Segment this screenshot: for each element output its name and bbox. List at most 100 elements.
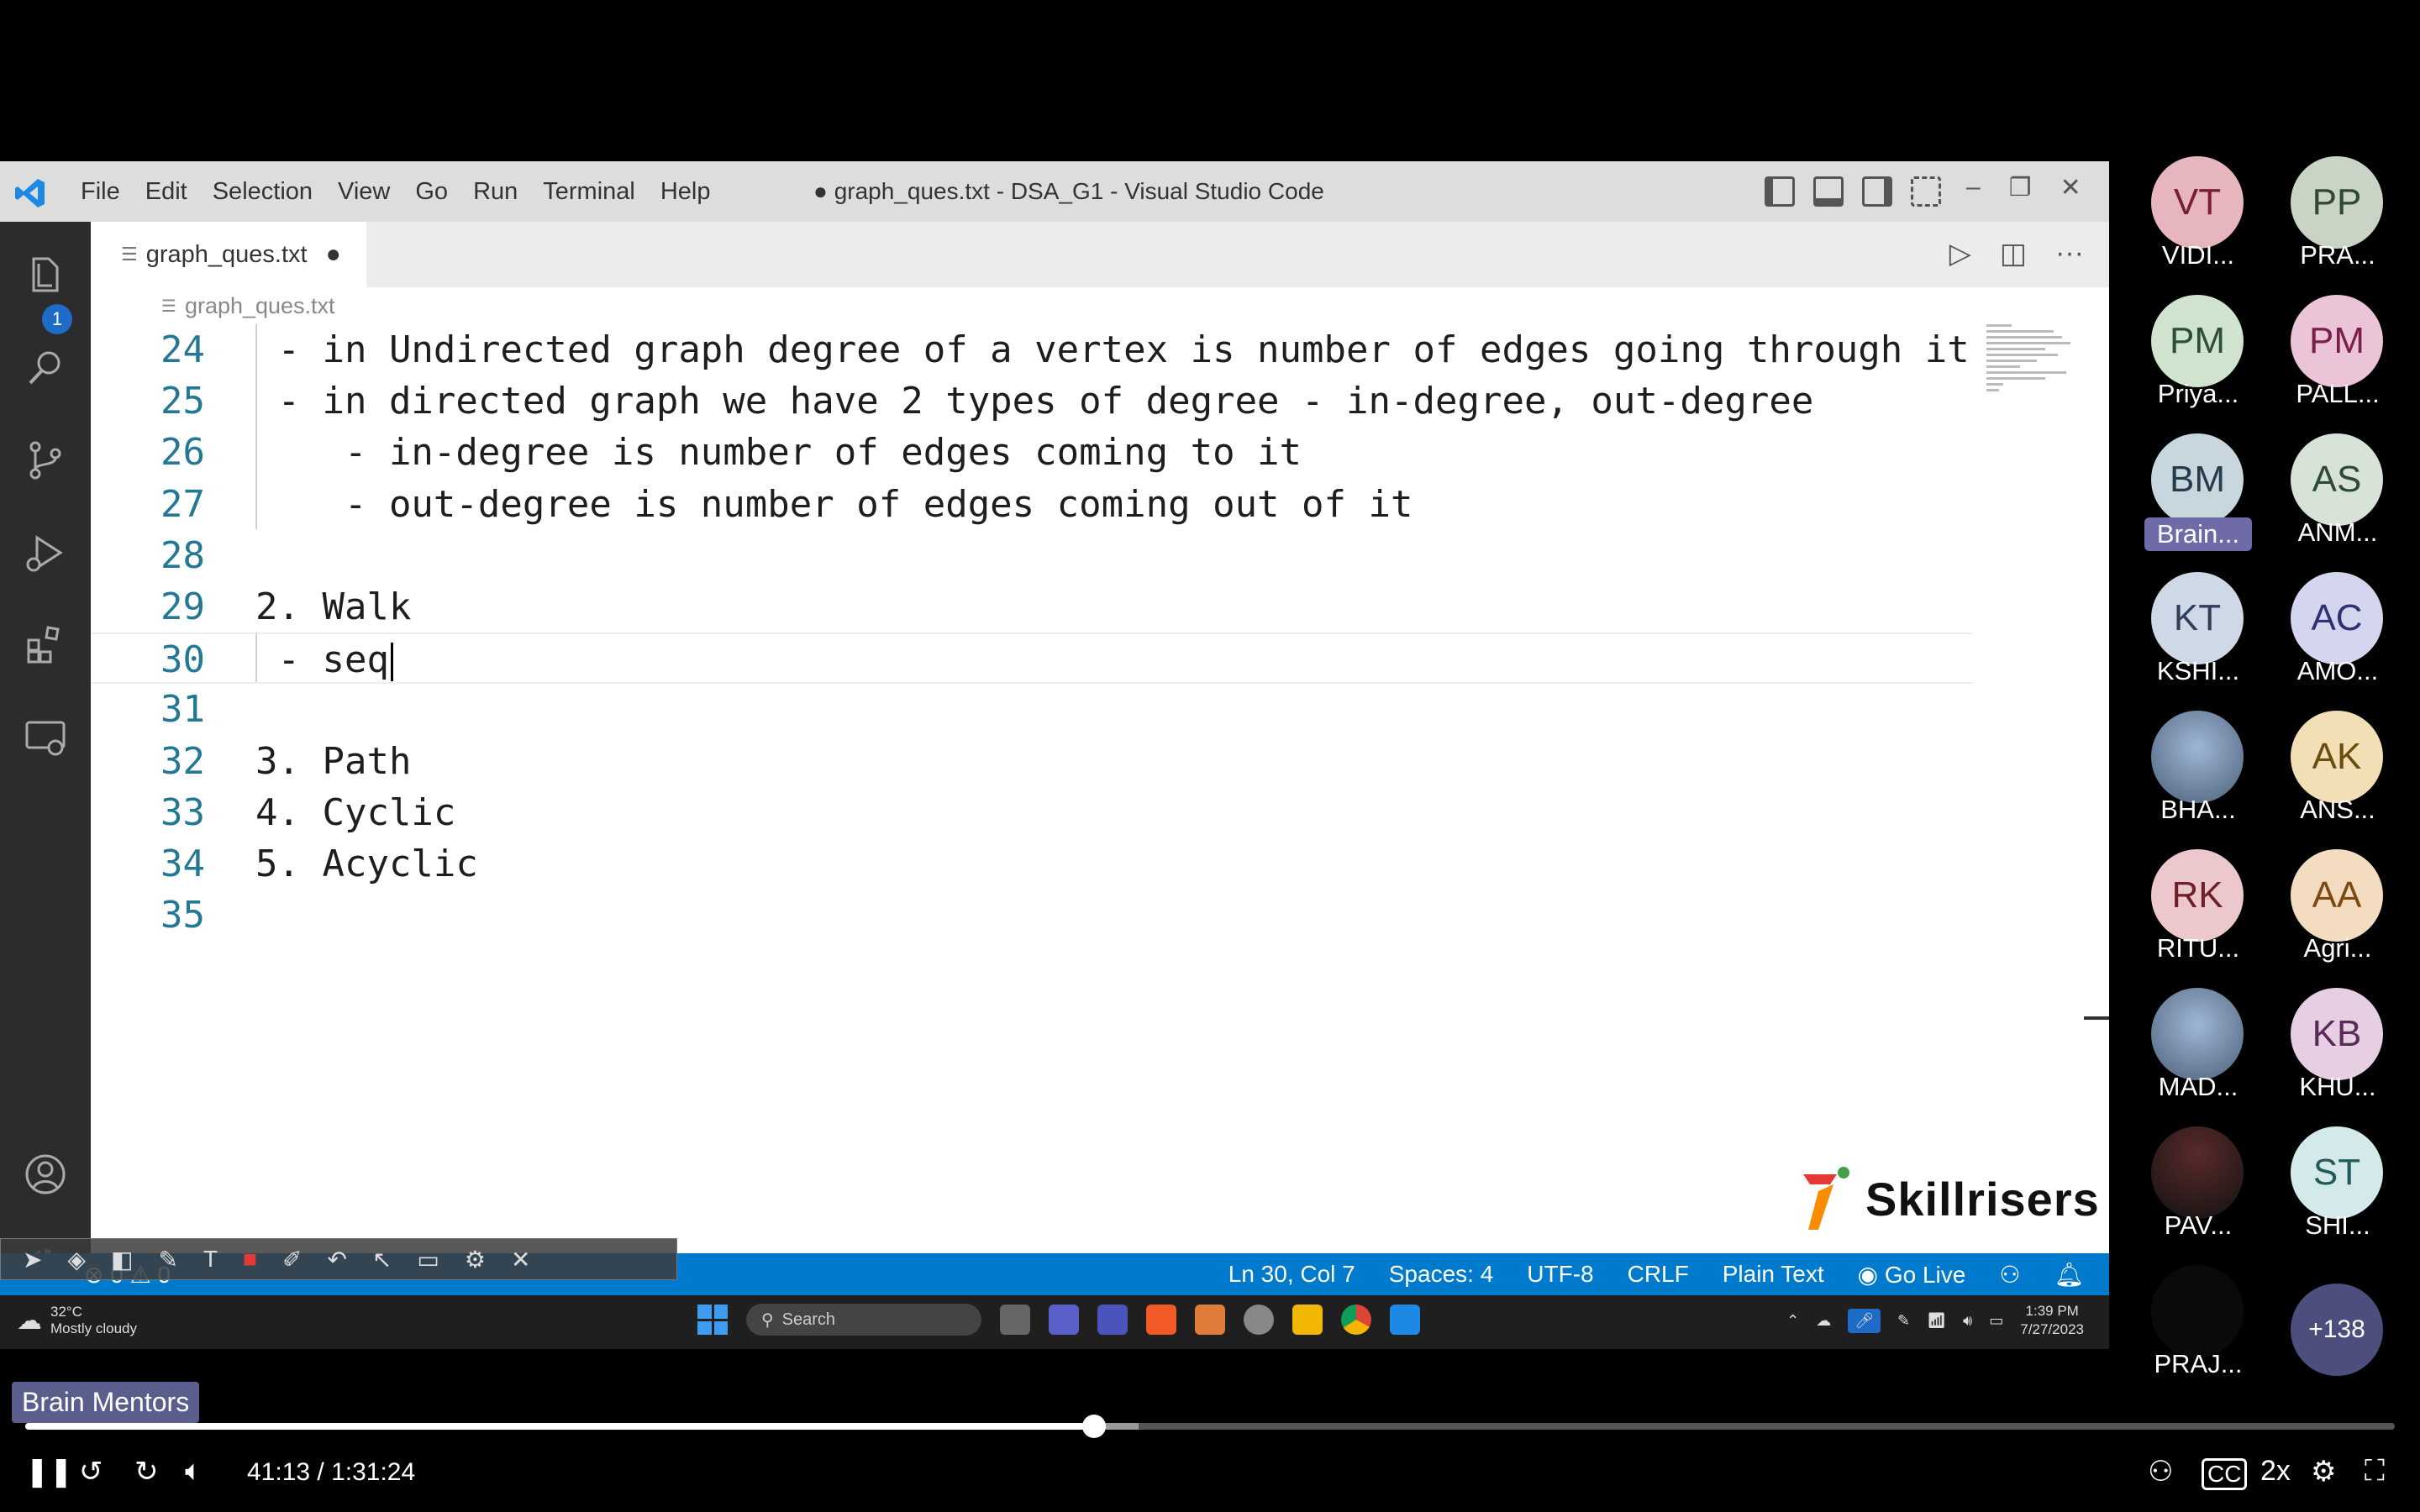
indentation[interactable]: Spaces: 4 [1389,1261,1494,1288]
meet-icon[interactable] [1049,1305,1079,1335]
fullscreen-icon[interactable]: ⛶ [2365,1455,2385,1488]
color-icon[interactable]: ■ [243,1246,257,1273]
participant-tile[interactable]: AA Agri... [2270,849,2405,975]
editor-line[interactable]: 27 - out-degree is number of edges comin… [91,479,1973,530]
seek-handle[interactable] [1081,1415,1106,1438]
search-icon[interactable] [22,344,69,391]
volume-icon[interactable]: 🔊︎ [1963,1312,1972,1330]
editor-line[interactable]: 32 3. Path [91,736,1973,787]
minimap[interactable] [1986,324,2087,417]
language-mode[interactable]: Plain Text [1723,1261,1824,1288]
customize-layout-icon[interactable] [1911,176,1941,207]
close-icon[interactable]: ✕ [2060,173,2081,202]
participant-tile[interactable]: MAD... [2131,988,2265,1114]
more-actions-icon[interactable]: ··· [2055,237,2084,270]
participant-tile[interactable]: BM Brain... [2131,433,2265,559]
participant-tile[interactable]: PM PALL... [2270,295,2405,421]
participant-tile[interactable]: PM Priya... [2131,295,2265,421]
run-icon[interactable]: ▷ [1949,237,1971,270]
volume-icon[interactable]: 🔈︎ [185,1455,202,1488]
cursor-icon[interactable]: ↖ [372,1246,392,1273]
shapes-icon[interactable]: ◈ [67,1246,86,1273]
breadcrumb-file[interactable]: graph_ques.txt [185,293,335,319]
participant-tile[interactable]: RK RITU... [2131,849,2265,975]
taskbar-search[interactable]: ⚲ Search [746,1304,981,1336]
end-of-line[interactable]: CRLF [1628,1261,1689,1288]
editor-line[interactable]: 25 - in directed graph we have 2 types o… [91,375,1973,427]
brave-browser-icon[interactable] [1146,1305,1176,1335]
explorer-icon[interactable] [22,252,69,299]
undo-icon[interactable]: ↶ [327,1246,346,1273]
battery-icon[interactable]: ▭ [1989,1312,2003,1330]
more-participants[interactable]: +138 [2270,1265,2405,1391]
weather-widget[interactable]: ☁ 32°C Mostly cloudy [17,1304,137,1337]
editor-line[interactable]: 35 [91,890,1973,941]
participant-tile[interactable]: KB KHU... [2270,988,2405,1114]
vscode-taskbar-icon[interactable] [1390,1305,1420,1335]
pen-icon[interactable]: ✎ [158,1246,177,1273]
participant-tile[interactable]: BHA... [2131,711,2265,837]
menu-terminal[interactable]: Terminal [543,178,635,206]
editor-line[interactable]: 29 2. Walk [91,581,1973,633]
forward-10-icon[interactable]: ↻ [134,1455,159,1488]
cursor-position[interactable]: Ln 30, Col 7 [1228,1261,1355,1288]
restore-icon[interactable]: ❐ [2009,173,2032,202]
settings-gear-icon[interactable]: ⚙ [465,1246,486,1273]
editor-line[interactable]: 30 - seq [91,633,1973,685]
close-toolbar-icon[interactable]: ✕ [511,1246,530,1273]
unsaved-indicator[interactable]: ● [326,240,341,269]
minimize-icon[interactable]: – [1966,173,1981,202]
menu-selection[interactable]: Selection [213,178,313,206]
app-icon[interactable] [1244,1305,1274,1335]
chrome-icon[interactable] [1341,1305,1371,1335]
participant-tile[interactable]: PAV... [2131,1126,2265,1252]
participant-tile[interactable]: AK ANS... [2270,711,2405,837]
wifi-icon[interactable]: 📶︎ [1927,1312,1946,1330]
playback-speed[interactable]: 2x [2260,1455,2291,1488]
participant-tile[interactable]: ST SHI... [2270,1126,2405,1252]
captions-icon[interactable]: CC [2202,1458,2248,1490]
text-tool-icon[interactable]: T [203,1246,218,1273]
rewind-10-icon[interactable]: ↺ [79,1455,103,1488]
editor-line[interactable]: 28 [91,530,1973,581]
remote-explorer-icon[interactable] [22,714,69,761]
participant-tile[interactable]: PRAJ... [2131,1265,2265,1391]
scrollbar-position[interactable] [2084,1016,2109,1020]
extensions-icon[interactable] [22,622,69,669]
accounts-icon[interactable] [22,1151,69,1198]
menu-file[interactable]: File [81,178,120,206]
editor-line[interactable]: 33 4. Cyclic [91,787,1973,838]
task-view-icon[interactable] [1000,1305,1030,1335]
run-debug-icon[interactable] [22,529,69,576]
video-progress-bar[interactable] [25,1415,2395,1438]
audio-description-icon[interactable]: ⚇ [2148,1455,2173,1488]
encoding[interactable]: UTF-8 [1527,1261,1593,1288]
source-control-icon[interactable] [22,437,69,484]
participant-tile[interactable]: VT VIDI... [2131,156,2265,282]
windows-start-icon[interactable] [697,1305,728,1335]
toggle-secondary-sidebar-icon[interactable] [1862,176,1892,207]
toggle-primary-sidebar-icon[interactable] [1765,176,1795,207]
clock[interactable]: 1:39 PM 7/27/2023 [2020,1302,2084,1339]
menu-go[interactable]: Go [415,178,448,206]
participant-tile[interactable]: AS ANM... [2270,433,2405,559]
menu-run[interactable]: Run [473,178,518,206]
code-editor[interactable]: 24 - in Undirected graph degree of a ver… [91,324,2109,1253]
app-icon[interactable] [1195,1305,1225,1335]
highlighter-icon[interactable]: ✐ [282,1246,302,1273]
go-live-button[interactable]: ◉ Go Live [1858,1261,1966,1289]
menu-help[interactable]: Help [660,178,711,206]
onedrive-icon[interactable]: ☁ [1816,1312,1831,1330]
editor-line[interactable]: 34 5. Acyclic [91,838,1973,890]
menu-edit[interactable]: Edit [145,178,187,206]
menu-view[interactable]: View [338,178,390,206]
pointer-icon[interactable]: ➤ [23,1246,42,1273]
participant-tile[interactable]: AC AMO... [2270,572,2405,698]
eraser-icon[interactable]: ◧ [111,1246,133,1273]
file-explorer-icon[interactable] [1292,1305,1323,1335]
settings-gear-icon[interactable]: ⚙ [2311,1455,2336,1488]
editor-line[interactable]: 31 [91,684,1973,735]
copilot-icon[interactable]: ⚇ [1999,1261,2020,1289]
screen-icon[interactable]: ▭ [417,1246,439,1273]
participant-tile[interactable]: PP PRA... [2270,156,2405,282]
